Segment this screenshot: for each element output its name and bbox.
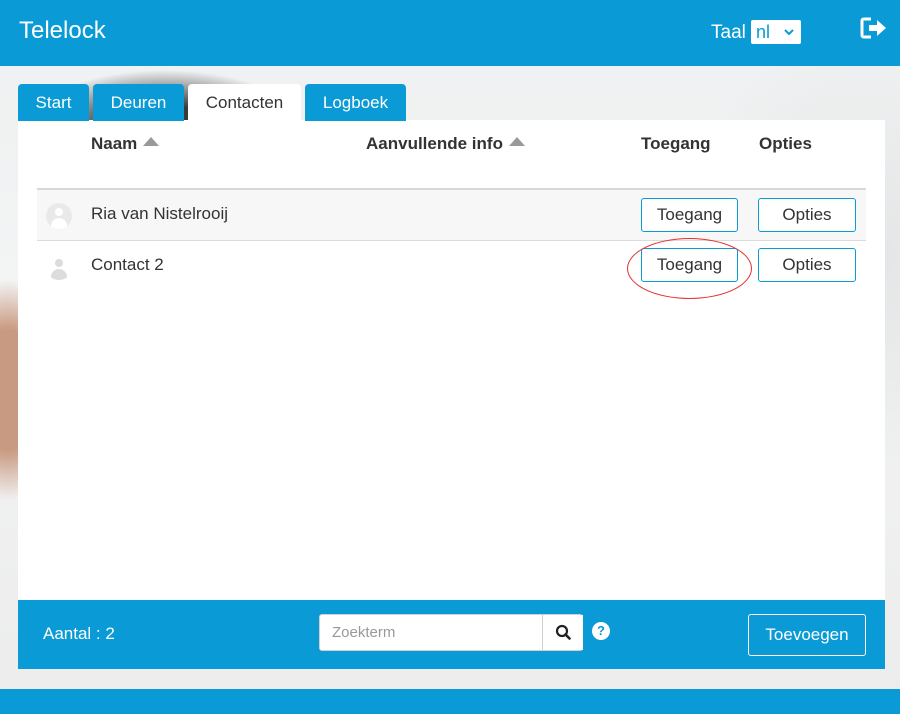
column-header-name[interactable]: Naam — [91, 134, 160, 154]
table-row: Ria van Nistelrooij — [37, 190, 866, 241]
column-header-name-label: Naam — [91, 134, 138, 153]
user-avatar-icon — [46, 254, 72, 280]
access-button[interactable]: Toegang — [641, 248, 738, 282]
search-button[interactable] — [542, 615, 583, 650]
column-header-access: Toegang — [641, 134, 711, 153]
column-header-options: Opties — [759, 134, 812, 153]
bottom-strip — [0, 689, 900, 714]
tab-deuren[interactable]: Deuren — [93, 84, 184, 121]
sort-asc-icon — [508, 137, 525, 146]
column-header-info-label: Aanvullende info — [366, 134, 503, 153]
add-contact-button[interactable]: Toevoegen — [748, 614, 866, 656]
contact-name: Contact 2 — [91, 255, 164, 274]
footer-bar: Aantal : 2 ? Toevoegen — [18, 600, 885, 669]
search-icon — [555, 624, 571, 640]
user-avatar-icon — [46, 203, 72, 229]
language-select[interactable]: nl — [751, 20, 801, 44]
tab-logboek[interactable]: Logboek — [305, 84, 406, 121]
chevron-down-icon — [783, 23, 795, 47]
tab-start[interactable]: Start — [18, 84, 89, 121]
search-box — [319, 614, 583, 651]
table-row: Contact 2 — [37, 241, 866, 292]
tab-contacten[interactable]: Contacten — [188, 84, 301, 122]
language-value: nl — [756, 22, 771, 42]
sort-asc-icon — [143, 137, 160, 146]
app-title: Telelock — [19, 17, 106, 44]
help-icon[interactable]: ? — [592, 622, 610, 640]
options-button[interactable]: Opties — [758, 248, 856, 282]
top-bar: Telelock Taal nl — [0, 0, 900, 66]
options-button[interactable]: Opties — [758, 198, 856, 232]
search-input[interactable] — [320, 615, 542, 650]
contact-name: Ria van Nistelrooij — [91, 204, 228, 223]
logout-icon[interactable] — [860, 16, 888, 40]
column-header-info[interactable]: Aanvullende info — [366, 134, 525, 154]
language-label: Taal — [711, 22, 746, 43]
access-button[interactable]: Toegang — [641, 198, 738, 232]
contact-count: Aantal : 2 — [43, 624, 115, 643]
